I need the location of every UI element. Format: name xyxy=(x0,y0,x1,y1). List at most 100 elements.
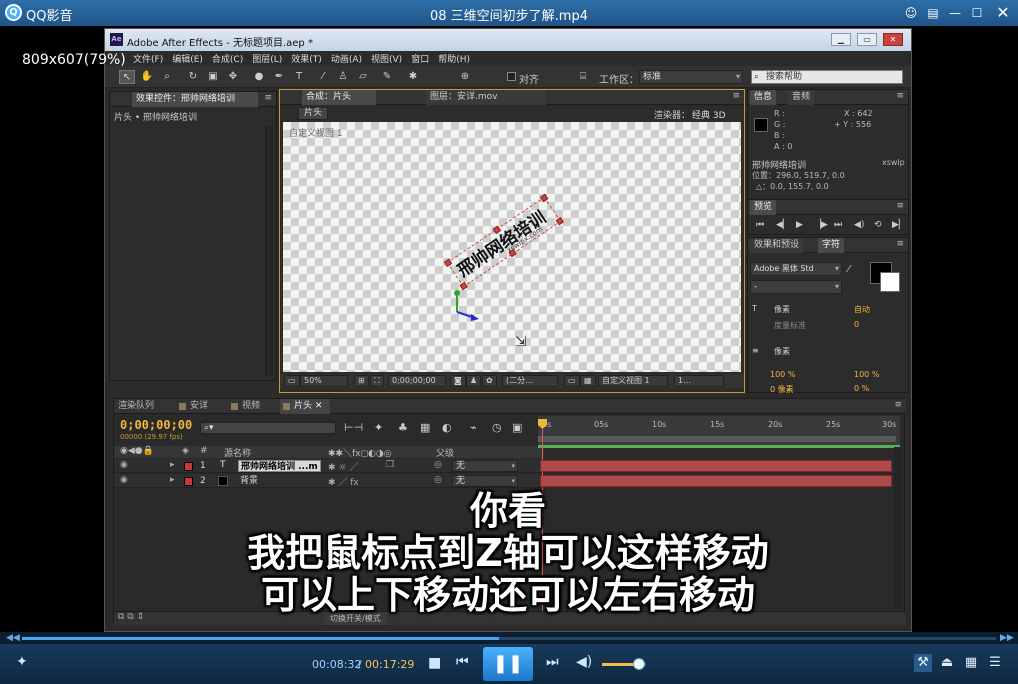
tab-anxiang[interactable]: 安详 xyxy=(176,399,228,414)
layer-name[interactable]: 背景 xyxy=(238,475,260,487)
stroke-width-unit[interactable]: 像素 xyxy=(774,346,790,357)
comp-name-button[interactable]: 片头 xyxy=(298,107,329,120)
tab-composition[interactable]: 合成：片头 xyxy=(302,90,376,105)
leading-value[interactable]: 自动 xyxy=(854,304,870,315)
next-frame-icon[interactable]: ▕▶ xyxy=(814,220,828,230)
motion-blur-icon[interactable]: ◐ xyxy=(442,421,452,434)
search-help-input[interactable]: ⌕ 搜索帮助 xyxy=(751,70,903,84)
ae-maximize-button[interactable]: ▭ xyxy=(857,33,877,46)
ae-minimize-button[interactable]: ▁ xyxy=(831,33,851,46)
toggle-switches-modes-button[interactable]: 切换开关/模式 xyxy=(324,612,387,625)
previous-frame-icon[interactable]: ◀▏ xyxy=(776,220,790,230)
player-title-bar[interactable]: Q QQ影音 08 三维空间初步了解.mp4 ☺ ▤ — ☐ ✕ xyxy=(0,0,1018,26)
source-name-header[interactable]: 源名称 xyxy=(224,446,251,459)
horizontal-scale[interactable]: 100 % xyxy=(854,370,879,379)
comp-panel-menu-icon[interactable]: ≡ xyxy=(732,91,740,101)
parent-dropdown[interactable]: 无 xyxy=(452,460,518,472)
last-frame-icon[interactable]: ⏭ xyxy=(834,220,842,230)
timeline-layer-row[interactable]: ◉ ▸ 1 T 邢帅网络培训 ...m ✱ ☼ ／ ❒ ◎ 无 xyxy=(114,459,544,473)
clone-stamp-tool-icon[interactable]: ♙ xyxy=(335,70,351,84)
menu-effect[interactable]: 效果(T) xyxy=(291,52,322,65)
panel-menu-icon[interactable]: ≡ xyxy=(264,93,272,103)
axis-mode-icon[interactable]: ⊕ xyxy=(457,70,473,84)
timeline-menu-icon[interactable]: ≡ xyxy=(894,400,902,410)
play-icon[interactable]: ▶ xyxy=(796,220,803,230)
resolution-dropdown[interactable]: (二分… xyxy=(502,375,558,387)
layer-name[interactable]: 邢帅网络培训 ...m xyxy=(238,460,321,472)
pan-behind-tool-icon[interactable]: ✥ xyxy=(225,70,241,84)
first-frame-icon[interactable]: ⏮ xyxy=(756,220,764,230)
stroke-color-swatch[interactable] xyxy=(880,272,900,292)
parent-dropdown[interactable]: 无 xyxy=(452,475,518,487)
menu-icon[interactable]: ▤ xyxy=(922,0,944,26)
maximize-button[interactable]: ☐ xyxy=(966,0,988,26)
zoom-dropdown[interactable]: 50% xyxy=(300,375,348,387)
tab-audio[interactable]: 音频 xyxy=(788,90,815,105)
pen-tool-icon[interactable]: ✒ xyxy=(271,70,287,84)
composition-mini-flowchart-icon[interactable]: ⊢⊣ xyxy=(344,421,363,434)
tsume-value[interactable]: 0 % xyxy=(854,384,869,393)
preview-menu-icon[interactable]: ≡ xyxy=(896,201,904,211)
parent-header[interactable]: 父级 xyxy=(436,446,454,459)
rotate-tool-icon[interactable]: ↻ xyxy=(185,70,201,84)
3d-axis-gizmo[interactable] xyxy=(447,288,487,328)
tab-effects-presets[interactable]: 效果和预设 xyxy=(750,238,804,253)
vertical-scale[interactable]: 100 % xyxy=(770,370,795,379)
effects-icon[interactable]: ✦ xyxy=(16,654,28,670)
current-time-display[interactable]: 0;00;00;00 xyxy=(388,375,446,387)
layer-duration-bar[interactable] xyxy=(540,460,892,472)
menu-animation[interactable]: 动画(A) xyxy=(331,52,362,65)
tab-piantou[interactable]: 片头 ✕ xyxy=(280,399,330,414)
layer-switches-icon[interactable]: ✱ ☼ ／ xyxy=(328,460,358,473)
view-layout-dropdown[interactable]: 1… xyxy=(674,375,724,387)
shy-layers-icon[interactable]: ♣ xyxy=(398,421,408,434)
transparency-grid-icon[interactable]: ▦ xyxy=(580,375,596,387)
loop-icon[interactable]: ⟲ xyxy=(874,220,882,230)
tab-render-queue[interactable]: 渲染队列 xyxy=(114,399,176,414)
work-area-bar[interactable] xyxy=(538,436,896,442)
seek-forward-arrow-icon[interactable]: ▶▶ xyxy=(1000,633,1014,643)
tools-wrench-icon[interactable]: ⚒ xyxy=(914,654,932,672)
ae-close-button[interactable]: ✕ xyxy=(883,33,903,46)
tab-info[interactable]: 信息 xyxy=(750,90,777,105)
expand-arrow-icon[interactable]: ▸ xyxy=(170,460,175,470)
snapshot-icon[interactable]: ◙ xyxy=(450,375,466,387)
puppet-tool-icon[interactable]: ✱ xyxy=(405,70,421,84)
layer-label-color[interactable] xyxy=(184,462,193,471)
seek-bar[interactable]: ◀◀ ▶▶ xyxy=(0,632,1018,644)
pause-button[interactable]: ❚❚ xyxy=(483,647,533,681)
volume-icon[interactable]: ◀) xyxy=(576,654,592,670)
font-style-dropdown[interactable]: - xyxy=(750,280,842,294)
next-button[interactable]: ⏭ xyxy=(546,654,559,670)
tab-effect-controls[interactable]: 效果控件：邢帅网络培训 xyxy=(132,92,258,107)
frame-blending-icon[interactable]: ▦ xyxy=(420,421,430,434)
skin-icon[interactable]: ☺ xyxy=(900,0,922,26)
transform-handle[interactable] xyxy=(540,193,549,203)
shape-tool-icon[interactable]: ● xyxy=(251,70,267,84)
expand-arrow-icon[interactable]: ▸ xyxy=(170,475,175,485)
graph-editor-icon[interactable]: ⌁ xyxy=(470,421,477,434)
3d-view-dropdown[interactable]: 自定义视图 1 xyxy=(598,375,668,387)
timeline-scrollbar[interactable] xyxy=(894,447,902,609)
parent-pickwhip-icon[interactable]: ◎ xyxy=(434,475,442,485)
playlist-icon[interactable]: ☰ xyxy=(986,654,1004,672)
eraser-tool-icon[interactable]: ▱ xyxy=(355,70,371,84)
effect-controls-scrollbar[interactable] xyxy=(265,126,273,376)
volume-knob[interactable] xyxy=(633,658,646,670)
layer-switches-icon[interactable]: ✱ ／ fx xyxy=(328,475,359,488)
menu-window[interactable]: 窗口 xyxy=(411,52,429,65)
tracking-metric[interactable]: 度量标准 xyxy=(774,320,806,331)
visibility-eye-icon[interactable]: ◉ xyxy=(120,475,128,485)
3d-layer-switch-icon[interactable]: ❒ xyxy=(386,460,394,470)
menu-edit[interactable]: 编辑(E) xyxy=(172,52,203,65)
font-size-unit[interactable]: 像素 xyxy=(774,304,790,315)
selection-tool-icon[interactable]: ↖ xyxy=(119,70,135,84)
fast-preview-icon[interactable]: ▭ xyxy=(564,375,580,387)
playlist-view-icon[interactable]: ▦ xyxy=(962,654,980,672)
baseline-shift[interactable]: 0 像素 xyxy=(770,384,794,395)
footer-toggle-icons[interactable]: ⧉ ⧉ ⇕ xyxy=(118,612,144,622)
channel-icon[interactable]: ✿ xyxy=(482,375,497,387)
grid-icon[interactable]: ⊞ xyxy=(354,375,369,387)
mask-icon[interactable]: ⛶ xyxy=(370,375,384,387)
eyedropper-icon[interactable]: ⁄ xyxy=(848,264,850,275)
